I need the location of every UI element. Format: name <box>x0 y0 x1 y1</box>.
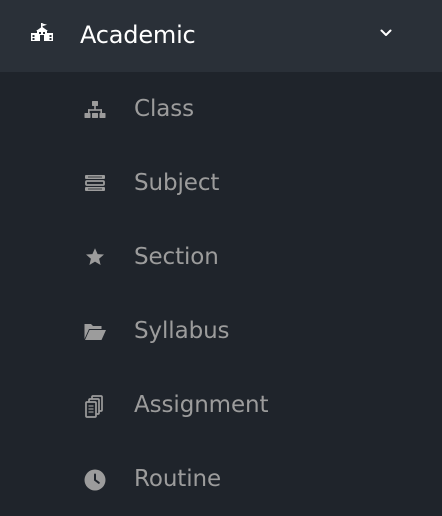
academic-menu-header[interactable]: Academic <box>0 0 442 72</box>
sidebar-item-label: Subject <box>134 170 220 196</box>
school-icon <box>29 21 55 47</box>
sidebar-item-label: Section <box>134 244 219 270</box>
sidebar-item-subject[interactable]: Subject <box>0 146 442 220</box>
sitemap-icon <box>82 97 108 123</box>
sidebar-item-syllabus[interactable]: Syllabus <box>0 294 442 368</box>
sidebar-item-label: Routine <box>134 466 222 492</box>
copy-icon <box>82 393 108 419</box>
books-icon <box>82 171 108 197</box>
sidebar-item-label: Class <box>134 96 195 122</box>
sidebar-item-assignment[interactable]: Assignment <box>0 368 442 442</box>
folder-open-icon <box>82 319 108 345</box>
star-icon <box>82 245 108 271</box>
sidebar-item-label: Syllabus <box>134 318 230 344</box>
academic-submenu: Class Subject Section Syllabus Assignmen… <box>0 72 442 514</box>
clock-icon <box>82 467 108 493</box>
sidebar-item-class[interactable]: Class <box>0 72 442 146</box>
sidebar-item-label: Assignment <box>134 392 269 418</box>
chevron-down-icon[interactable] <box>379 24 393 36</box>
academic-menu: Academic Class Subject Section Syllabus … <box>0 0 442 514</box>
sidebar-item-section[interactable]: Section <box>0 220 442 294</box>
academic-label: Academic <box>80 21 196 49</box>
sidebar-item-routine[interactable]: Routine <box>0 442 442 516</box>
